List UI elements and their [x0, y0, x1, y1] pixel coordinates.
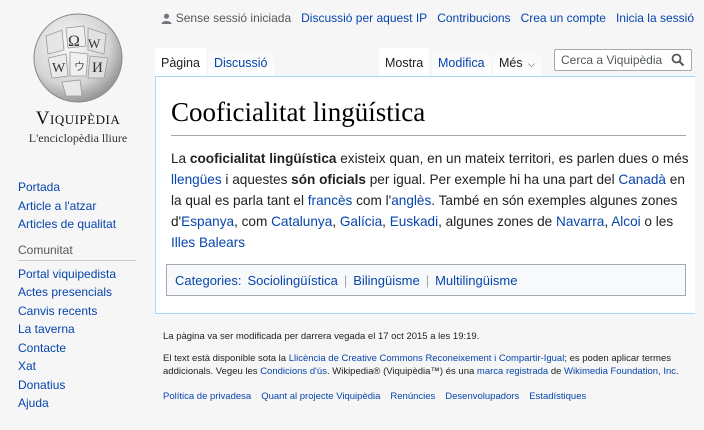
footer-link-developers[interactable]: Desenvolupadors [445, 390, 519, 403]
link-angles[interactable]: anglès [391, 193, 431, 208]
sidebar-item-donate[interactable]: Donatius [18, 376, 148, 395]
search-input[interactable]: Cerca a Viquipèdia [554, 49, 692, 71]
text: . [676, 366, 679, 377]
link-galicia[interactable]: Galícia [340, 214, 382, 229]
category-separator: | [425, 272, 430, 288]
user-icon [161, 13, 172, 24]
link-canada[interactable]: Canadà [618, 172, 666, 187]
link-espanya[interactable]: Espanya [181, 214, 234, 229]
wikipedia-globe-icon: Ω W W И ウ [33, 13, 123, 103]
terms-link[interactable]: Condicions d'ús [260, 366, 327, 377]
link-navarra[interactable]: Navarra [556, 214, 604, 229]
page-title: Cooficialitat lingüística [171, 97, 426, 127]
svg-text:Ω: Ω [68, 33, 80, 50]
bold-term: són oficials [291, 172, 366, 187]
text: per igual. Per exemple hi ha una part de… [365, 172, 619, 187]
personal-tools: Sense sessió iniciada Discussió per aque… [161, 11, 694, 25]
category-link[interactable]: Sociolingüística [247, 273, 337, 288]
footer-link-privacy[interactable]: Política de privadesa [163, 390, 251, 403]
tab-page[interactable]: Pàgina [155, 48, 206, 76]
create-account-link[interactable]: Crea un compte [521, 11, 606, 25]
text: La [171, 151, 190, 166]
svg-text:W: W [88, 36, 101, 51]
wikimedia-link[interactable]: Wikimedia Foundation, Inc [564, 366, 676, 377]
link-llengues[interactable]: llengües [171, 172, 222, 187]
sidebar-item-featured-articles[interactable]: Articles de qualitat [18, 215, 148, 234]
text: i aquestes [221, 172, 292, 187]
text: El text està disponible sota la [163, 353, 289, 364]
categories-label[interactable]: Categories: [175, 273, 241, 288]
sidebar-item-help[interactable]: Ajuda [18, 394, 148, 413]
tab-more[interactable]: Més ⌵ [493, 48, 541, 76]
svg-text:И: И [92, 60, 103, 76]
heading-divider [171, 135, 686, 136]
sidebar-item-recent-changes[interactable]: Canvis recents [18, 302, 148, 321]
sidebar-item-meetups[interactable]: Actes presencials [18, 283, 148, 302]
trademark-link[interactable]: marca registrada [477, 366, 548, 377]
contributions-link[interactable]: Contribucions [437, 11, 510, 25]
page-tabs: Pàgina Discussió Mostra Modifica Més ⌵ C… [155, 48, 704, 76]
sidebar-item-random-article[interactable]: Article a l'atzar [18, 197, 148, 216]
search-icon[interactable] [671, 53, 685, 67]
text: de [548, 366, 565, 377]
tab-more-label: Més [499, 56, 523, 70]
sidebar-item-chat[interactable]: Xat [18, 357, 148, 376]
login-link[interactable]: Inicia la sessió [616, 11, 694, 25]
sidebar-item-portada[interactable]: Portada [18, 178, 148, 197]
link-alcoi[interactable]: Alcoi [611, 214, 640, 229]
text: com l' [352, 193, 392, 208]
anonymous-status: Sense sessió iniciada [161, 11, 291, 25]
bold-term: cooficialitat lingüística [189, 151, 337, 166]
text: , [382, 214, 390, 229]
not-logged-in-label: Sense sessió iniciada [175, 11, 292, 25]
sidebar: Portada Article a l'atzar Articles de qu… [18, 178, 148, 413]
search-placeholder: Cerca a Viquipèdia [561, 53, 663, 67]
svg-text:ウ: ウ [74, 60, 85, 73]
sidebar-item-community-portal[interactable]: Portal viquipedista [18, 265, 148, 284]
article-content: Cooficialitat lingüística La cooficialit… [155, 76, 695, 314]
category-link[interactable]: Multilingüisme [435, 273, 517, 288]
ip-talk-link[interactable]: Discussió per aquest IP [301, 11, 427, 25]
link-euskadi[interactable]: Euskadi [390, 214, 438, 229]
sidebar-item-village-pump[interactable]: La taverna [18, 320, 148, 339]
logo-wordmark: Viquipèdia [35, 108, 121, 129]
text: , algunes zones de [438, 214, 557, 229]
link-illes-balears[interactable]: Illes Balears [171, 235, 245, 250]
footer-link-disclaimers[interactable]: Renúncies [390, 390, 435, 403]
tab-talk[interactable]: Discussió [208, 48, 274, 76]
license-notice: El text està disponible sota la Llicènci… [163, 352, 693, 378]
license-link[interactable]: Llicència de Creative Commons Reconeixem… [289, 353, 565, 364]
sidebar-item-contact[interactable]: Contacte [18, 339, 148, 358]
logo-tagline: L'enciclopèdia lliure [28, 131, 128, 145]
category-links: Categories: Sociolingüística | Bilingüis… [166, 264, 686, 296]
footer-places: Política de privadesa Quant al projecte … [163, 390, 693, 403]
footer-link-statistics[interactable]: Estadístiques [529, 390, 586, 403]
text: o les [640, 214, 674, 229]
footer-link-about[interactable]: Quant al projecte Viquipèdia [261, 390, 380, 403]
page-footer: La pàgina va ser modificada per darrera … [163, 330, 693, 403]
article-paragraph: La cooficialitat lingüística existeix qu… [171, 148, 689, 253]
link-catalunya[interactable]: Catalunya [271, 214, 332, 229]
category-link[interactable]: Bilingüisme [353, 273, 419, 288]
text: , [332, 214, 340, 229]
text: . Wikipedia® (Viquipèdia™) és una [326, 366, 477, 377]
chevron-down-icon: ⌵ [528, 59, 535, 69]
sidebar-heading-community: Comunitat [18, 242, 136, 261]
tab-view[interactable]: Mostra [379, 48, 430, 76]
text: , com [234, 214, 272, 229]
svg-text:W: W [52, 61, 66, 76]
category-separator: | [343, 272, 348, 288]
last-modified: La pàgina va ser modificada per darrera … [163, 331, 480, 342]
text: existeix quan, en un mateix territori, e… [336, 151, 689, 166]
site-logo[interactable]: Ω W W И ウ Viquipèdia L'enciclopèdia lliu… [6, 6, 150, 156]
tab-edit[interactable]: Modifica [432, 48, 491, 76]
link-frances[interactable]: francès [308, 193, 353, 208]
